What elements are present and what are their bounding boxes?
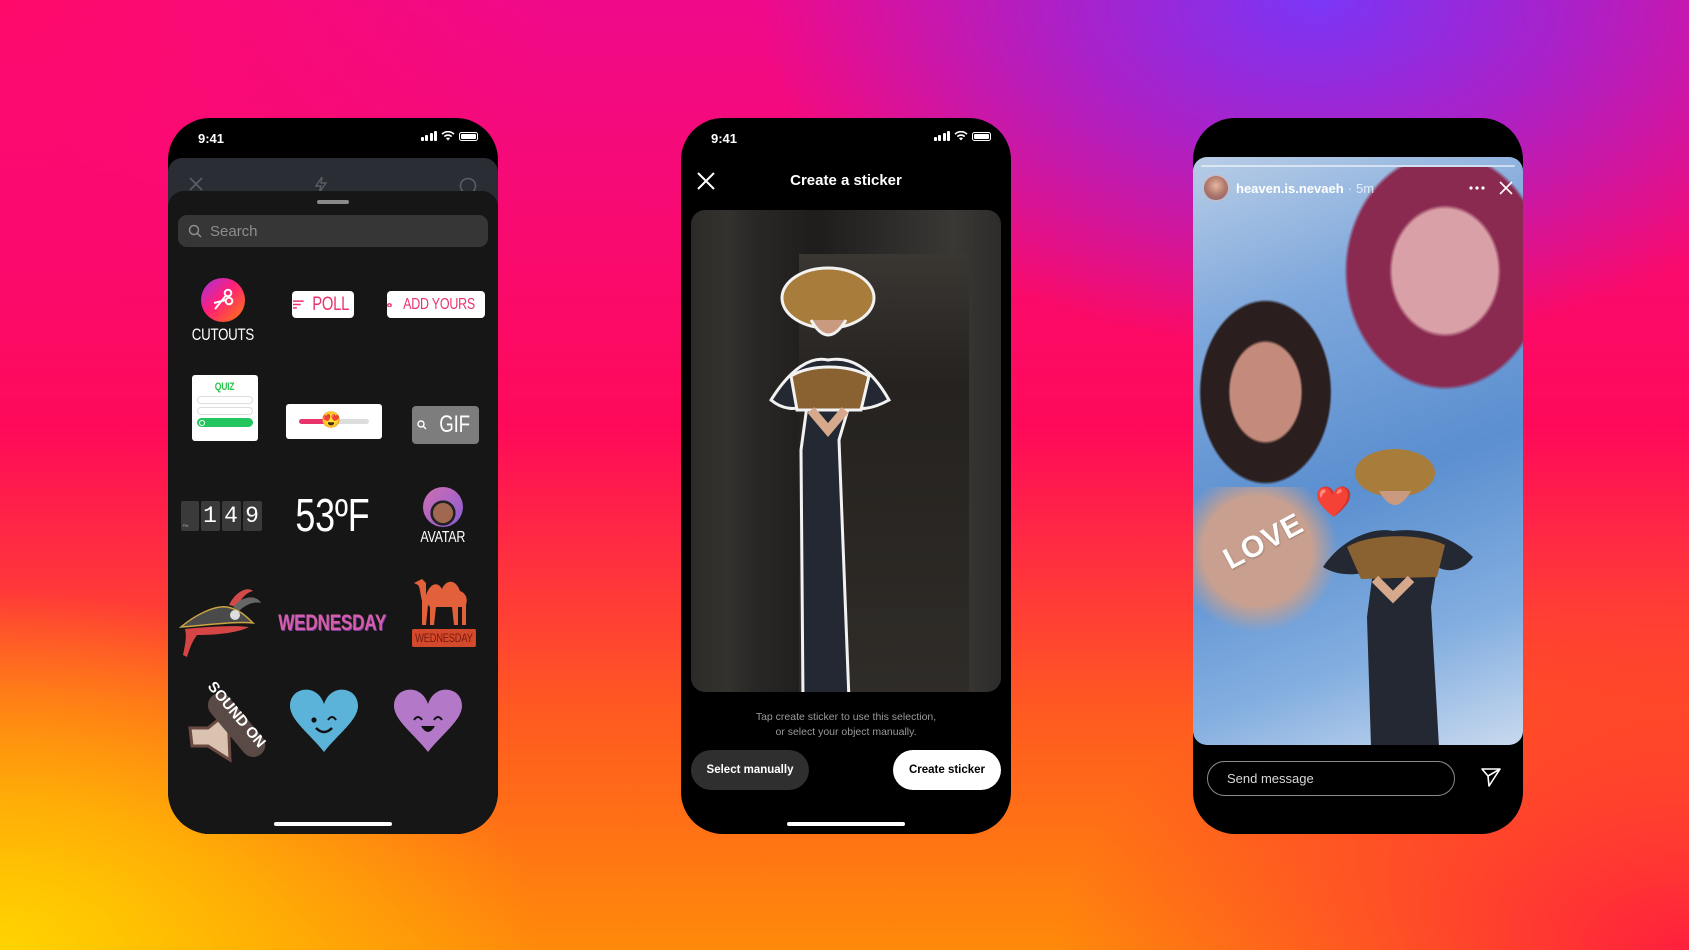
phone-story-viewer: LOVE ❤️ heaven.is.nevaeh · 5m bbox=[1193, 118, 1523, 834]
create-sticker-button[interactable]: Create sticker bbox=[893, 750, 1001, 790]
home-indicator bbox=[274, 822, 392, 826]
pirate-hat-icon bbox=[178, 589, 261, 657]
search-bar[interactable] bbox=[178, 215, 488, 247]
winking-heart-icon bbox=[290, 689, 358, 752]
phone-create-sticker: 9:41 Create a sticker Tap create sticker… bbox=[681, 118, 1011, 834]
send-icon[interactable] bbox=[1480, 766, 1502, 788]
sticker-wednesday-text[interactable]: WEDNESDAY bbox=[272, 609, 392, 637]
phone-sticker-tray: 9:41 CUTOUTS POLL ADD YOURS bbox=[168, 118, 498, 834]
speaker-icon: SOUND ON bbox=[188, 682, 269, 763]
sticker-tray: CUTOUTS POLL ADD YOURS QUIZ 😍 GIF bbox=[168, 191, 498, 834]
scissors-icon bbox=[201, 277, 245, 322]
battery-icon bbox=[459, 132, 478, 141]
cellular-signal-icon bbox=[420, 131, 437, 141]
sticker-purple-heart[interactable] bbox=[390, 686, 466, 756]
sticker-gif-search[interactable]: GIF bbox=[412, 406, 479, 444]
avatar[interactable] bbox=[1203, 175, 1229, 201]
camel-icon bbox=[414, 579, 467, 625]
heart-emoji-sticker[interactable]: ❤️ bbox=[1315, 485, 1352, 520]
avatar bbox=[423, 487, 463, 527]
story-progress-bar bbox=[1201, 165, 1515, 167]
camera-icon bbox=[387, 302, 392, 307]
search-icon bbox=[417, 420, 427, 430]
poll-icon bbox=[292, 300, 304, 309]
story-timestamp: 5m bbox=[1356, 180, 1375, 196]
send-message-input[interactable] bbox=[1207, 761, 1455, 796]
search-input[interactable] bbox=[210, 222, 430, 240]
photo-preview[interactable] bbox=[691, 210, 1001, 692]
emoji-slider-thumb: 😍 bbox=[321, 412, 341, 429]
sticker-poll[interactable]: POLL bbox=[292, 291, 354, 318]
sticker-quiz[interactable]: QUIZ bbox=[192, 375, 258, 441]
instruction-text: Tap create sticker to use this selection… bbox=[755, 711, 937, 738]
sticker-blue-heart[interactable] bbox=[286, 686, 362, 756]
battery-icon bbox=[972, 132, 991, 141]
wifi-icon bbox=[441, 131, 455, 141]
sticker-wednesday-camel[interactable]: WEDNESDAY bbox=[398, 575, 490, 657]
story-media[interactable]: LOVE ❤️ heaven.is.nevaeh · 5m bbox=[1193, 157, 1523, 745]
status-time: 9:41 bbox=[198, 131, 225, 146]
status-bar: 9:41 bbox=[168, 118, 498, 158]
wifi-icon bbox=[954, 131, 968, 141]
cellular-signal-icon bbox=[933, 131, 950, 141]
home-indicator bbox=[787, 822, 905, 826]
sticker-emoji-slider[interactable]: 😍 bbox=[286, 404, 382, 439]
sticker-clock[interactable]: PM 1 4 9 bbox=[178, 500, 264, 532]
sticker-weather[interactable]: 53ºF bbox=[280, 489, 384, 541]
smiling-heart-icon bbox=[394, 689, 462, 752]
sticker-add-yours[interactable]: ADD YOURS bbox=[387, 291, 485, 318]
select-manually-button[interactable]: Select manually bbox=[691, 750, 809, 790]
search-icon bbox=[188, 224, 202, 238]
status-bar: 9:41 bbox=[681, 118, 1011, 158]
selected-subject bbox=[769, 266, 892, 692]
sticker-sound-on[interactable]: SOUND ON bbox=[176, 681, 272, 767]
username[interactable]: heaven.is.nevaeh bbox=[1236, 181, 1344, 196]
story-header: heaven.is.nevaeh · 5m bbox=[1203, 173, 1513, 203]
sticker-pirate-hat[interactable] bbox=[176, 584, 266, 664]
close-icon[interactable] bbox=[1499, 181, 1513, 195]
sticker-avatar[interactable]: AVATAR bbox=[408, 484, 478, 550]
drag-handle[interactable] bbox=[317, 200, 349, 204]
status-time: 9:41 bbox=[711, 131, 738, 146]
page-title: Create a sticker bbox=[790, 172, 902, 189]
more-options-icon[interactable] bbox=[1469, 185, 1485, 191]
sticker-cutouts[interactable]: CUTOUTS bbox=[188, 275, 258, 347]
close-icon[interactable] bbox=[188, 176, 204, 192]
